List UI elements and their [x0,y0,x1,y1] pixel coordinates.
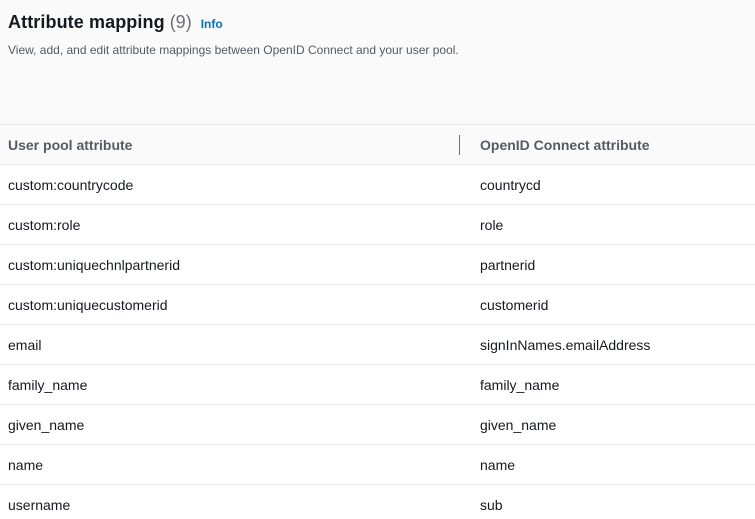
table-row: email signInNames.emailAddress [0,325,755,365]
table-header: User pool attribute OpenID Connect attri… [0,125,755,165]
oidc-attribute-cell: given_name [480,416,557,433]
column-divider[interactable] [459,135,460,155]
user-pool-attribute-cell: custom:uniquechnlpartnerid [8,256,180,273]
user-pool-attribute-cell: given_name [8,416,85,433]
user-pool-attribute-cell: family_name [8,376,88,393]
oidc-attribute-cell: family_name [480,376,560,393]
table-row: given_name given_name [0,405,755,445]
column-header-openid-connect-attribute[interactable]: OpenID Connect attribute [480,137,650,153]
user-pool-attribute-cell: username [8,496,71,513]
attribute-mapping-table: User pool attribute OpenID Connect attri… [0,124,755,519]
title-row: Attribute mapping (9) Info [8,12,747,33]
info-link[interactable]: Info [201,17,223,31]
oidc-attribute-cell: partnerid [480,256,536,273]
panel-title: Attribute mapping [8,12,165,32]
table-row: custom:countrycode countrycd [0,165,755,205]
user-pool-attribute-cell: email [8,336,42,353]
user-pool-attribute-cell: custom:countrycode [8,176,134,193]
attribute-mapping-panel: Attribute mapping (9) Info View, add, an… [0,0,755,519]
column-header-user-pool-attribute[interactable]: User pool attribute [8,137,132,153]
table-row: username sub [0,485,755,519]
table-row: name name [0,445,755,485]
user-pool-attribute-cell: custom:role [8,216,81,233]
panel-description: View, add, and edit attribute mappings b… [8,43,459,57]
user-pool-attribute-cell: name [8,456,44,473]
table-row: custom:uniquechnlpartnerid partnerid [0,245,755,285]
oidc-attribute-cell: sub [480,496,503,513]
table-row: family_name family_name [0,365,755,405]
user-pool-attribute-cell: custom:uniquecustomerid [8,296,168,313]
oidc-attribute-cell: role [480,216,504,233]
oidc-attribute-cell: signInNames.emailAddress [480,336,651,353]
oidc-attribute-cell: countrycd [480,176,541,193]
table-row: custom:role role [0,205,755,245]
panel-header: Attribute mapping (9) Info View, add, an… [0,0,755,124]
oidc-attribute-cell: name [480,456,516,473]
mapping-count: (9) [169,12,192,32]
oidc-attribute-cell: customerid [480,296,549,313]
table-row: custom:uniquecustomerid customerid [0,285,755,325]
